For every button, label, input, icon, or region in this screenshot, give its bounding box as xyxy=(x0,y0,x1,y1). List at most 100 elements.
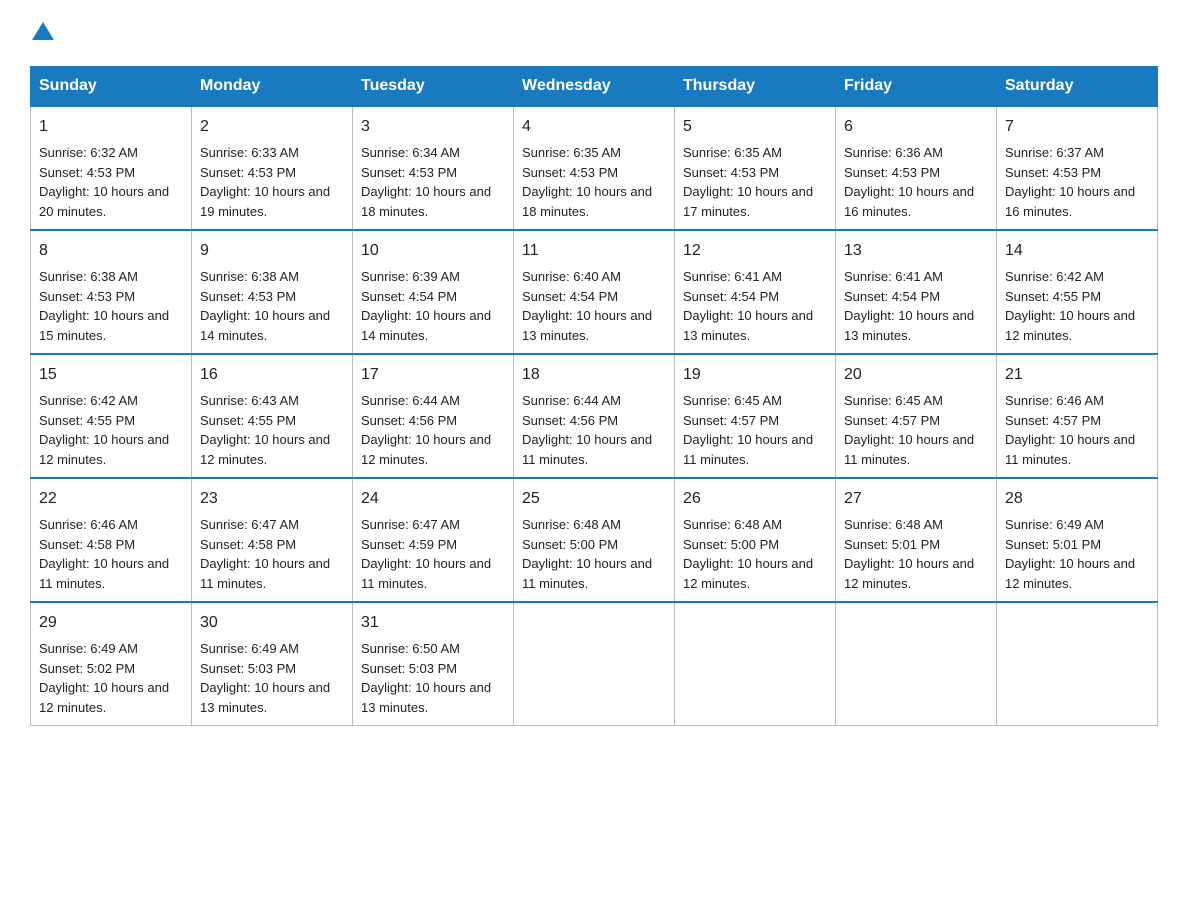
sunrise-info: Sunrise: 6:32 AM xyxy=(39,145,138,160)
sunrise-info: Sunrise: 6:39 AM xyxy=(361,269,460,284)
day-number: 2 xyxy=(200,115,344,139)
sunset-info: Sunset: 5:01 PM xyxy=(1005,537,1101,552)
sunset-info: Sunset: 5:03 PM xyxy=(200,661,296,676)
day-number: 21 xyxy=(1005,363,1149,387)
sunset-info: Sunset: 4:59 PM xyxy=(361,537,457,552)
daylight-info: Daylight: 10 hours and 11 minutes. xyxy=(522,556,652,591)
sunrise-info: Sunrise: 6:47 AM xyxy=(200,517,299,532)
calendar-cell: 23 Sunrise: 6:47 AM Sunset: 4:58 PM Dayl… xyxy=(192,478,353,602)
sunrise-info: Sunrise: 6:35 AM xyxy=(522,145,621,160)
sunset-info: Sunset: 4:53 PM xyxy=(361,165,457,180)
sunrise-info: Sunrise: 6:42 AM xyxy=(1005,269,1104,284)
calendar-cell: 12 Sunrise: 6:41 AM Sunset: 4:54 PM Dayl… xyxy=(675,230,836,354)
calendar-cell: 4 Sunrise: 6:35 AM Sunset: 4:53 PM Dayli… xyxy=(514,106,675,230)
sunrise-info: Sunrise: 6:38 AM xyxy=(39,269,138,284)
logo-triangle-icon xyxy=(32,20,54,42)
calendar-week-row: 29 Sunrise: 6:49 AM Sunset: 5:02 PM Dayl… xyxy=(31,602,1158,726)
day-number: 14 xyxy=(1005,239,1149,263)
day-number: 5 xyxy=(683,115,827,139)
sunset-info: Sunset: 4:53 PM xyxy=(522,165,618,180)
sunrise-info: Sunrise: 6:49 AM xyxy=(200,641,299,656)
calendar-cell: 5 Sunrise: 6:35 AM Sunset: 4:53 PM Dayli… xyxy=(675,106,836,230)
calendar-week-row: 22 Sunrise: 6:46 AM Sunset: 4:58 PM Dayl… xyxy=(31,478,1158,602)
calendar-cell: 9 Sunrise: 6:38 AM Sunset: 4:53 PM Dayli… xyxy=(192,230,353,354)
sunrise-info: Sunrise: 6:48 AM xyxy=(844,517,943,532)
calendar-cell: 1 Sunrise: 6:32 AM Sunset: 4:53 PM Dayli… xyxy=(31,106,192,230)
sunset-info: Sunset: 4:53 PM xyxy=(200,289,296,304)
sunset-info: Sunset: 4:58 PM xyxy=(39,537,135,552)
sunset-info: Sunset: 4:53 PM xyxy=(1005,165,1101,180)
day-number: 22 xyxy=(39,487,183,511)
daylight-info: Daylight: 10 hours and 12 minutes. xyxy=(200,432,330,467)
calendar-header-row: SundayMondayTuesdayWednesdayThursdayFrid… xyxy=(31,67,1158,107)
sunrise-info: Sunrise: 6:48 AM xyxy=(522,517,621,532)
calendar-week-row: 1 Sunrise: 6:32 AM Sunset: 4:53 PM Dayli… xyxy=(31,106,1158,230)
day-number: 16 xyxy=(200,363,344,387)
sunrise-info: Sunrise: 6:45 AM xyxy=(683,393,782,408)
sunset-info: Sunset: 4:54 PM xyxy=(683,289,779,304)
calendar-cell: 8 Sunrise: 6:38 AM Sunset: 4:53 PM Dayli… xyxy=(31,230,192,354)
day-number: 10 xyxy=(361,239,505,263)
day-number: 30 xyxy=(200,611,344,635)
daylight-info: Daylight: 10 hours and 18 minutes. xyxy=(522,184,652,219)
sunrise-info: Sunrise: 6:44 AM xyxy=(522,393,621,408)
daylight-info: Daylight: 10 hours and 12 minutes. xyxy=(1005,308,1135,343)
daylight-info: Daylight: 10 hours and 12 minutes. xyxy=(1005,556,1135,591)
sunset-info: Sunset: 4:54 PM xyxy=(522,289,618,304)
daylight-info: Daylight: 10 hours and 12 minutes. xyxy=(39,680,169,715)
daylight-info: Daylight: 10 hours and 12 minutes. xyxy=(683,556,813,591)
day-number: 28 xyxy=(1005,487,1149,511)
calendar-cell: 17 Sunrise: 6:44 AM Sunset: 4:56 PM Dayl… xyxy=(353,354,514,478)
daylight-info: Daylight: 10 hours and 18 minutes. xyxy=(361,184,491,219)
day-number: 15 xyxy=(39,363,183,387)
daylight-info: Daylight: 10 hours and 19 minutes. xyxy=(200,184,330,219)
sunrise-info: Sunrise: 6:37 AM xyxy=(1005,145,1104,160)
sunset-info: Sunset: 4:57 PM xyxy=(1005,413,1101,428)
daylight-info: Daylight: 10 hours and 11 minutes. xyxy=(522,432,652,467)
sunset-info: Sunset: 4:55 PM xyxy=(200,413,296,428)
daylight-info: Daylight: 10 hours and 16 minutes. xyxy=(1005,184,1135,219)
sunset-info: Sunset: 4:53 PM xyxy=(683,165,779,180)
daylight-info: Daylight: 10 hours and 12 minutes. xyxy=(361,432,491,467)
sunrise-info: Sunrise: 6:41 AM xyxy=(844,269,943,284)
sunrise-info: Sunrise: 6:49 AM xyxy=(1005,517,1104,532)
calendar-week-row: 8 Sunrise: 6:38 AM Sunset: 4:53 PM Dayli… xyxy=(31,230,1158,354)
daylight-info: Daylight: 10 hours and 11 minutes. xyxy=(361,556,491,591)
daylight-info: Daylight: 10 hours and 16 minutes. xyxy=(844,184,974,219)
sunset-info: Sunset: 4:56 PM xyxy=(522,413,618,428)
day-header-wednesday: Wednesday xyxy=(514,67,675,107)
day-header-thursday: Thursday xyxy=(675,67,836,107)
daylight-info: Daylight: 10 hours and 11 minutes. xyxy=(844,432,974,467)
calendar-cell: 15 Sunrise: 6:42 AM Sunset: 4:55 PM Dayl… xyxy=(31,354,192,478)
sunrise-info: Sunrise: 6:46 AM xyxy=(1005,393,1104,408)
day-number: 9 xyxy=(200,239,344,263)
day-number: 20 xyxy=(844,363,988,387)
sunrise-info: Sunrise: 6:48 AM xyxy=(683,517,782,532)
calendar-cell: 3 Sunrise: 6:34 AM Sunset: 4:53 PM Dayli… xyxy=(353,106,514,230)
calendar-cell: 7 Sunrise: 6:37 AM Sunset: 4:53 PM Dayli… xyxy=(997,106,1158,230)
daylight-info: Daylight: 10 hours and 12 minutes. xyxy=(844,556,974,591)
sunset-info: Sunset: 4:57 PM xyxy=(844,413,940,428)
day-number: 19 xyxy=(683,363,827,387)
daylight-info: Daylight: 10 hours and 20 minutes. xyxy=(39,184,169,219)
sunrise-info: Sunrise: 6:33 AM xyxy=(200,145,299,160)
calendar-cell xyxy=(514,602,675,726)
day-number: 8 xyxy=(39,239,183,263)
sunrise-info: Sunrise: 6:45 AM xyxy=(844,393,943,408)
calendar-cell: 25 Sunrise: 6:48 AM Sunset: 5:00 PM Dayl… xyxy=(514,478,675,602)
sunset-info: Sunset: 4:55 PM xyxy=(39,413,135,428)
day-number: 7 xyxy=(1005,115,1149,139)
daylight-info: Daylight: 10 hours and 14 minutes. xyxy=(200,308,330,343)
sunset-info: Sunset: 4:53 PM xyxy=(39,289,135,304)
daylight-info: Daylight: 10 hours and 14 minutes. xyxy=(361,308,491,343)
sunset-info: Sunset: 4:54 PM xyxy=(361,289,457,304)
calendar-cell: 10 Sunrise: 6:39 AM Sunset: 4:54 PM Dayl… xyxy=(353,230,514,354)
calendar-cell xyxy=(836,602,997,726)
day-number: 18 xyxy=(522,363,666,387)
sunset-info: Sunset: 4:53 PM xyxy=(200,165,296,180)
day-header-monday: Monday xyxy=(192,67,353,107)
day-number: 31 xyxy=(361,611,505,635)
sunset-info: Sunset: 4:57 PM xyxy=(683,413,779,428)
calendar-cell: 20 Sunrise: 6:45 AM Sunset: 4:57 PM Dayl… xyxy=(836,354,997,478)
calendar-cell: 29 Sunrise: 6:49 AM Sunset: 5:02 PM Dayl… xyxy=(31,602,192,726)
